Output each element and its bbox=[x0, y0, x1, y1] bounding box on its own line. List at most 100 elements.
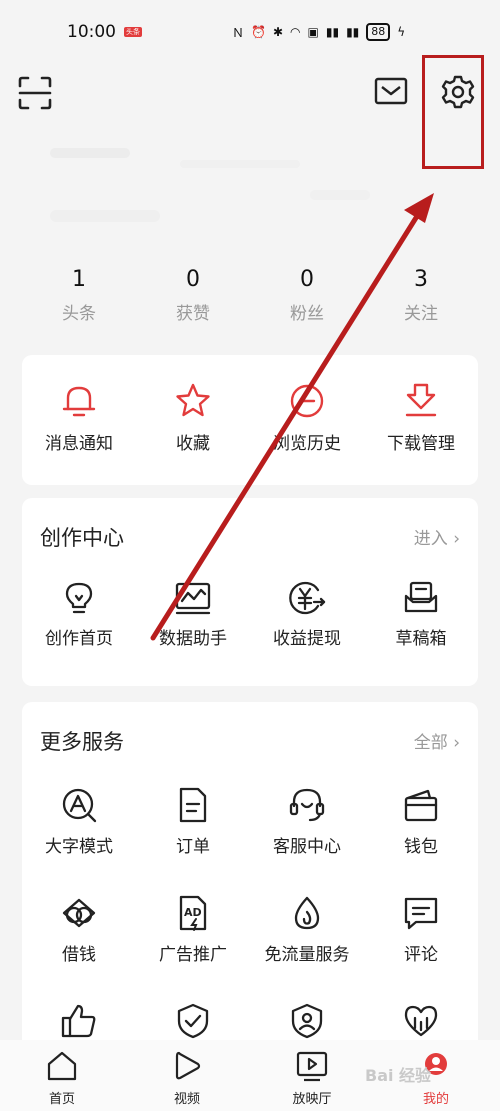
creation-item-label: 收益提现 bbox=[273, 629, 341, 649]
svg-text:AD: AD bbox=[184, 906, 202, 919]
lightbulb-icon bbox=[65, 582, 93, 614]
service-security[interactable] bbox=[136, 1002, 250, 1040]
service-free-data[interactable]: 免流量服务 bbox=[250, 894, 364, 965]
tab-profile[interactable]: 我的 bbox=[386, 1050, 486, 1107]
stat-label: 粉丝 bbox=[290, 304, 324, 324]
tab-home[interactable]: 首页 bbox=[12, 1050, 112, 1107]
battery-icon: 88 bbox=[366, 23, 391, 41]
service-label: 大字模式 bbox=[45, 837, 113, 857]
stat-label: 关注 bbox=[404, 304, 438, 324]
service-label: 评论 bbox=[404, 945, 438, 965]
creation-data-assistant[interactable]: 数据助手 bbox=[136, 580, 250, 649]
notification-badge: 头条 bbox=[124, 27, 142, 37]
status-bar: 10:00 头条 Ｎ ⏰ ✱ ◠ ▣ ▮▮ ▮▮ 88 ϟ bbox=[0, 0, 500, 62]
tab-theater[interactable]: 放映厅 bbox=[262, 1050, 362, 1107]
quick-action-label: 下载管理 bbox=[387, 434, 455, 454]
quick-actions-card: 消息通知 收藏 浏览历史 下载管理 bbox=[22, 355, 478, 485]
chart-icon bbox=[175, 582, 211, 615]
creation-center-enter-link[interactable]: 进入 › bbox=[414, 524, 460, 549]
status-icons: Ｎ ⏰ ✱ ◠ ▣ ▮▮ ▮▮ 88 ϟ bbox=[232, 20, 405, 44]
service-label: 免流量服务 bbox=[264, 945, 350, 965]
profile-header[interactable] bbox=[30, 140, 390, 250]
bell-icon bbox=[62, 386, 96, 417]
stat-value: 0 bbox=[300, 267, 314, 292]
headset-icon bbox=[289, 788, 325, 822]
creation-drafts[interactable]: 草稿箱 bbox=[364, 580, 478, 649]
user-shield-icon bbox=[291, 1003, 323, 1039]
quick-action-notifications[interactable]: 消息通知 bbox=[22, 381, 136, 454]
stat-fans[interactable]: 0 粉丝 bbox=[257, 265, 357, 324]
thumbs-up-icon bbox=[61, 1004, 96, 1038]
status-time: 10:00 bbox=[67, 22, 116, 42]
service-advertising[interactable]: AD 广告推广 bbox=[136, 894, 250, 965]
service-label: 客服中心 bbox=[273, 837, 341, 857]
service-customer-support[interactable]: 客服中心 bbox=[250, 786, 364, 857]
charging-icon: ϟ bbox=[397, 25, 406, 39]
creation-item-label: 草稿箱 bbox=[395, 629, 447, 649]
order-icon bbox=[179, 787, 207, 823]
quick-action-label: 消息通知 bbox=[45, 434, 113, 454]
wallet-icon bbox=[404, 789, 438, 822]
quick-action-history[interactable]: 浏览历史 bbox=[250, 381, 364, 454]
theater-icon bbox=[296, 1051, 328, 1082]
service-label: 订单 bbox=[176, 837, 210, 857]
stat-articles[interactable]: 1 头条 bbox=[29, 265, 129, 324]
play-icon bbox=[175, 1051, 201, 1080]
bluetooth-icon: ✱ bbox=[272, 25, 284, 39]
quick-action-favorites[interactable]: 收藏 bbox=[136, 381, 250, 454]
service-orders[interactable]: 订单 bbox=[136, 786, 250, 857]
history-icon bbox=[290, 384, 324, 418]
creation-center-title: 创作中心 bbox=[40, 526, 124, 550]
service-wallet[interactable]: 钱包 bbox=[364, 786, 478, 857]
large-font-icon bbox=[62, 788, 97, 823]
tab-video[interactable]: 视频 bbox=[137, 1050, 237, 1107]
star-icon bbox=[176, 383, 210, 417]
creation-item-label: 创作首页 bbox=[45, 629, 113, 649]
service-label: 借钱 bbox=[62, 945, 96, 965]
hd-icon: ▣ bbox=[307, 25, 319, 39]
wifi-icon: ◠ bbox=[290, 25, 301, 39]
yuan-icon bbox=[289, 581, 326, 615]
service-comments[interactable]: 评论 bbox=[364, 894, 478, 965]
stat-likes[interactable]: 0 获赞 bbox=[143, 265, 243, 324]
nfc-icon: Ｎ bbox=[232, 25, 245, 40]
service-large-font[interactable]: 大字模式 bbox=[22, 786, 136, 857]
creation-home[interactable]: 创作首页 bbox=[22, 580, 136, 649]
tab-label: 视频 bbox=[173, 1092, 200, 1107]
creation-item-label: 数据助手 bbox=[159, 629, 227, 649]
service-loan[interactable]: 借钱 bbox=[22, 894, 136, 965]
stat-value: 1 bbox=[72, 267, 86, 292]
service-like[interactable] bbox=[22, 1002, 136, 1040]
loan-icon bbox=[62, 898, 96, 928]
home-icon bbox=[47, 1051, 77, 1081]
more-services-all-link[interactable]: 全部 › bbox=[414, 728, 460, 753]
annotation-highlight-box bbox=[422, 55, 484, 169]
quick-action-downloads[interactable]: 下载管理 bbox=[364, 381, 478, 454]
alarm-icon: ⏰ bbox=[251, 25, 266, 39]
stat-value: 0 bbox=[186, 267, 200, 292]
download-icon bbox=[405, 383, 437, 417]
signal-icon: ▮▮ bbox=[325, 25, 340, 39]
quick-action-label: 收藏 bbox=[176, 434, 210, 454]
tab-label: 我的 bbox=[422, 1092, 449, 1107]
more-services-title: 更多服务 bbox=[40, 730, 124, 754]
ad-icon: AD bbox=[179, 895, 207, 931]
service-account-protection[interactable] bbox=[250, 1002, 364, 1040]
scan-icon[interactable] bbox=[18, 76, 52, 110]
signal-icon: ▮▮ bbox=[346, 25, 360, 39]
service-label: 广告推广 bbox=[159, 945, 227, 965]
creation-center-card: 创作中心 进入 › 创作首页 数据助手 收益提现 草稿箱 bbox=[22, 498, 478, 686]
stat-value: 3 bbox=[414, 267, 428, 292]
profile-icon bbox=[425, 1053, 447, 1075]
stat-following[interactable]: 3 关注 bbox=[371, 265, 471, 324]
comment-icon bbox=[404, 897, 438, 930]
draft-icon bbox=[404, 581, 438, 613]
tab-label: 放映厅 bbox=[292, 1092, 332, 1107]
creation-earnings[interactable]: 收益提现 bbox=[250, 580, 364, 649]
profile-stats: 1 头条 0 获赞 0 粉丝 3 关注 bbox=[20, 265, 480, 335]
service-health[interactable] bbox=[364, 1002, 478, 1040]
shield-icon bbox=[177, 1003, 209, 1039]
tab-label: 首页 bbox=[48, 1092, 75, 1107]
mail-icon[interactable] bbox=[374, 76, 408, 106]
stat-label: 获赞 bbox=[176, 304, 210, 324]
